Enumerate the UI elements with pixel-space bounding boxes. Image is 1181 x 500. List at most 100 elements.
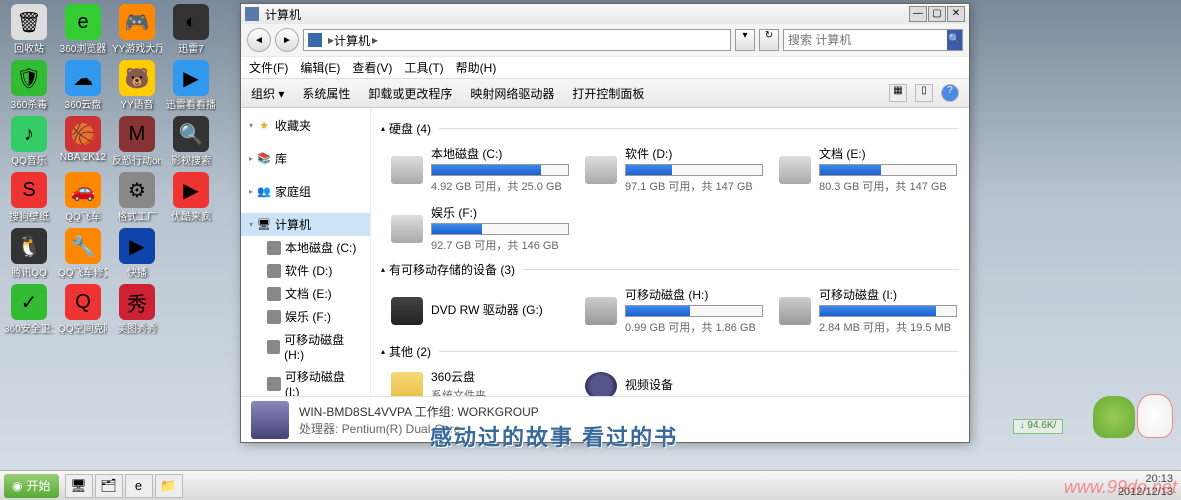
start-button[interactable]: ◉开始 bbox=[4, 474, 59, 498]
drive-capacity: 97.1 GB 可用，共 147 GB bbox=[625, 178, 763, 194]
desktop-icon[interactable] bbox=[166, 228, 216, 280]
drive-item[interactable]: 娱乐 (F:)92.7 GB 可用，共 146 GB bbox=[389, 202, 571, 255]
desktop-icon[interactable]: ◐迅雷7 bbox=[166, 4, 216, 56]
app-icon: ♪ bbox=[11, 116, 47, 152]
refresh-button[interactable]: ↻ bbox=[759, 29, 779, 51]
menu-item[interactable]: 帮助(H) bbox=[456, 59, 497, 76]
section-other[interactable]: ▴其他 (2) bbox=[381, 343, 959, 360]
desktop-icon[interactable]: ▶快播 bbox=[112, 228, 162, 280]
collapse-icon[interactable]: ▴ bbox=[381, 347, 385, 356]
desktop-icon[interactable]: 🐧腾讯QQ bbox=[4, 228, 54, 280]
desktop-icon[interactable]: 🔧QQ飞车修复工具 bbox=[58, 228, 108, 280]
drive-name: 本地磁盘 (C:) bbox=[431, 145, 569, 162]
preview-pane-button[interactable]: ▯ bbox=[915, 84, 933, 102]
drive-item[interactable]: 可移动磁盘 (H:)0.99 GB 可用，共 1.86 GB bbox=[583, 284, 765, 337]
search-input[interactable] bbox=[784, 33, 947, 47]
nav-libraries[interactable]: ▸📚库 bbox=[241, 147, 370, 170]
collapse-icon[interactable]: ▴ bbox=[381, 265, 385, 274]
app-icon: ▶ bbox=[173, 172, 209, 208]
nav-favorites[interactable]: ▾★收藏夹 bbox=[241, 114, 370, 137]
desktop-icon[interactable]: M反恐行动online bbox=[112, 116, 162, 168]
nav-drive-item[interactable]: 可移动磁盘 (I:) bbox=[241, 365, 370, 396]
taskbar-item[interactable]: 🖥 bbox=[65, 474, 93, 498]
nav-drive-item[interactable]: 软件 (D:) bbox=[241, 259, 370, 282]
organize-menu[interactable]: 组织 ▾ bbox=[251, 85, 284, 102]
taskbar-item[interactable]: e bbox=[125, 474, 153, 498]
desktop-icon[interactable]: 🚗QQ飞车 bbox=[58, 172, 108, 224]
desktop-icon[interactable]: ▶迅雷看看播放器 bbox=[166, 60, 216, 112]
drive-item[interactable]: 本地磁盘 (C:) 4.92 GB 可用，共 25.0 GB bbox=[389, 143, 571, 196]
collapse-icon[interactable]: ▴ bbox=[381, 124, 385, 133]
section-removable[interactable]: ▴有可移动存储的设备 (3) bbox=[381, 261, 959, 278]
address-dropdown[interactable]: ▾ bbox=[735, 29, 755, 51]
desktop-icon[interactable]: 🎮YY游戏大厅 bbox=[112, 4, 162, 56]
watermark-text: 感动过的故事 看过的书 bbox=[430, 420, 678, 452]
desktop-icon[interactable]: 🛡360杀毒 bbox=[4, 60, 54, 112]
drive-item[interactable]: DVD RW 驱动器 (G:) bbox=[389, 284, 571, 337]
map-network-drive-button[interactable]: 映射网络驱动器 bbox=[470, 85, 554, 102]
drive-icon bbox=[267, 241, 281, 255]
nav-homegroup[interactable]: ▸👥家庭组 bbox=[241, 180, 370, 203]
search-icon[interactable]: 🔍 bbox=[947, 30, 962, 50]
app-icon bbox=[245, 7, 259, 21]
app-icon: ☁ bbox=[65, 60, 101, 96]
clock[interactable]: 20:13 2012/12/13 bbox=[1118, 473, 1177, 497]
app-icon: e bbox=[65, 4, 101, 40]
drive-name: DVD RW 驱动器 (G:) bbox=[431, 301, 569, 318]
nav-forward-button[interactable]: ► bbox=[275, 28, 299, 52]
nav-drive-item[interactable]: 娱乐 (F:) bbox=[241, 305, 370, 328]
drive-icon bbox=[779, 297, 811, 325]
desktop-icon[interactable]: ☁360云盘 bbox=[58, 60, 108, 112]
drive-capacity: 4.92 GB 可用，共 25.0 GB bbox=[431, 178, 569, 194]
maximize-button[interactable]: ▢ bbox=[928, 6, 946, 22]
nav-drive-item[interactable]: 文档 (E:) bbox=[241, 282, 370, 305]
desktop-pet[interactable] bbox=[1093, 394, 1173, 438]
capacity-bar bbox=[819, 164, 957, 176]
desktop-icon[interactable]: S搜狗壁纸 bbox=[4, 172, 54, 224]
taskbar-item[interactable]: 🗂 bbox=[95, 474, 123, 498]
menu-item[interactable]: 查看(V) bbox=[352, 59, 392, 76]
close-button[interactable]: ✕ bbox=[947, 6, 965, 22]
address-path[interactable]: ▸ 计算机 ▸ bbox=[303, 29, 731, 51]
desktop-icon[interactable]: QQQ空间克隆 bbox=[58, 284, 108, 336]
desktop-icon[interactable]: 🏀NBA 2K12 bbox=[58, 116, 108, 168]
minimize-button[interactable]: — bbox=[909, 6, 927, 22]
drive-item[interactable]: 360云盘系统文件夹 bbox=[389, 366, 571, 396]
help-button[interactable]: ? bbox=[941, 84, 959, 102]
drive-name: 文档 (E:) bbox=[819, 145, 957, 162]
app-icon: 🐻 bbox=[119, 60, 155, 96]
desktop-icon[interactable]: ✓360安全卫士 bbox=[4, 284, 54, 336]
drive-capacity: 80.3 GB 可用，共 147 GB bbox=[819, 178, 957, 194]
uninstall-button[interactable]: 卸载或更改程序 bbox=[368, 85, 452, 102]
drive-item[interactable]: 软件 (D:)97.1 GB 可用，共 147 GB bbox=[583, 143, 765, 196]
desktop-icon[interactable]: ♪QQ音乐 bbox=[4, 116, 54, 168]
view-options-button[interactable]: ▦ bbox=[889, 84, 907, 102]
icon-label: 搜狗壁纸 bbox=[4, 208, 54, 223]
desktop-icon[interactable]: 🔍影视搜索 bbox=[166, 116, 216, 168]
desktop-icon[interactable]: ▶优酷来疯 bbox=[166, 172, 216, 224]
titlebar[interactable]: 计算机 — ▢ ✕ bbox=[241, 4, 969, 24]
nav-drive-item[interactable]: 本地磁盘 (C:) bbox=[241, 236, 370, 259]
nav-back-button[interactable]: ◄ bbox=[247, 28, 271, 52]
capacity-bar bbox=[625, 164, 763, 176]
section-hard-disks[interactable]: ▴硬盘 (4) bbox=[381, 120, 959, 137]
drive-item[interactable]: 视频设备 bbox=[583, 366, 765, 396]
drive-item[interactable]: 可移动磁盘 (I:)2.84 MB 可用，共 19.5 MB bbox=[777, 284, 959, 337]
desktop-icon[interactable]: 🗑回收站 bbox=[4, 4, 54, 56]
nav-computer[interactable]: ▾🖥计算机 bbox=[241, 213, 370, 236]
taskbar-item[interactable]: 📁 bbox=[155, 474, 183, 498]
system-properties-button[interactable]: 系统属性 bbox=[302, 85, 350, 102]
menu-item[interactable]: 工具(T) bbox=[404, 59, 443, 76]
menu-item[interactable]: 编辑(E) bbox=[300, 59, 340, 76]
app-icon: 🎮 bbox=[119, 4, 155, 40]
drive-item[interactable]: 文档 (E:) 80.3 GB 可用，共 147 GB bbox=[777, 143, 959, 196]
desktop-icon[interactable]: 秀美图秀秀 bbox=[112, 284, 162, 336]
menu-item[interactable]: 文件(F) bbox=[249, 59, 288, 76]
nav-drive-item[interactable]: 可移动磁盘 (H:) bbox=[241, 328, 370, 365]
breadcrumb[interactable]: 计算机 bbox=[334, 32, 370, 49]
desktop-icon[interactable]: 🐻YY语音 bbox=[112, 60, 162, 112]
desktop-icon[interactable]: e360浏览器 bbox=[58, 4, 108, 56]
control-panel-button[interactable]: 打开控制面板 bbox=[572, 85, 644, 102]
menu-bar: 文件(F) 编辑(E) 查看(V) 工具(T) 帮助(H) bbox=[241, 56, 969, 78]
desktop-icon[interactable]: ⚙格式工厂 bbox=[112, 172, 162, 224]
